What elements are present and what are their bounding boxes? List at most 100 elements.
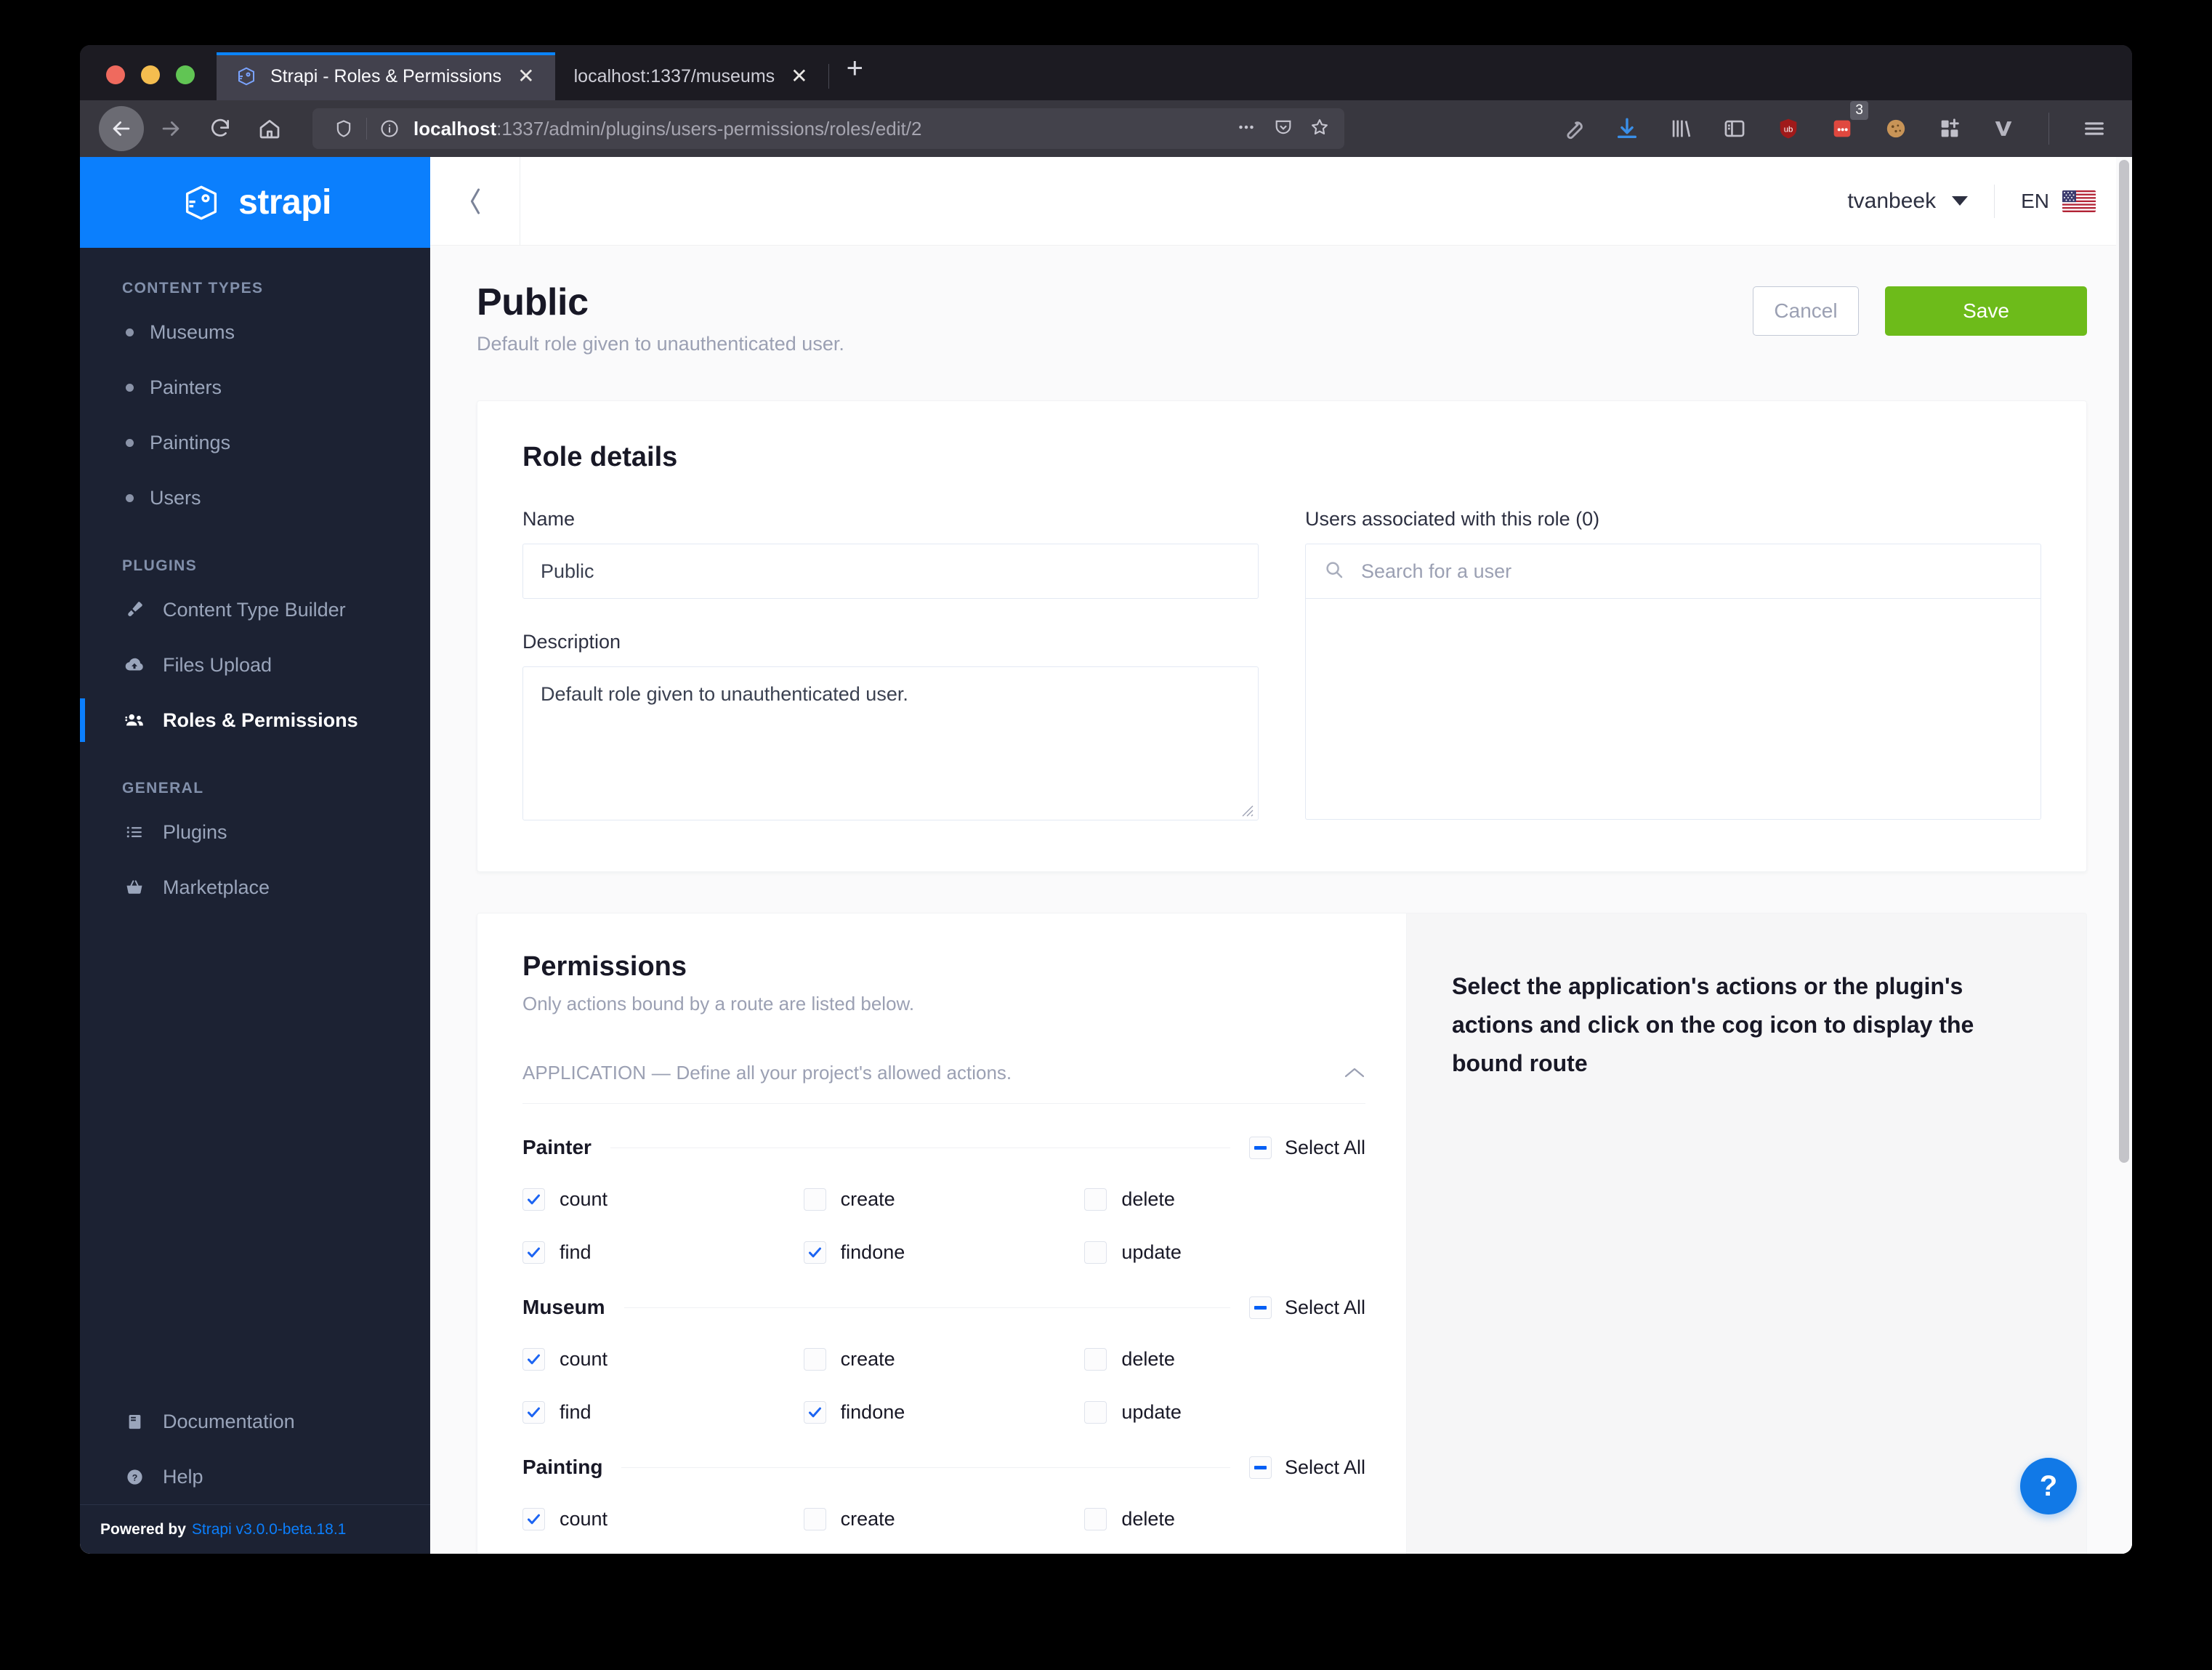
minimize-window-button[interactable] xyxy=(141,65,160,84)
pocket-icon[interactable] xyxy=(1273,117,1293,141)
add-extension-icon[interactable] xyxy=(1934,113,1966,145)
checkbox-icon[interactable] xyxy=(803,1348,826,1371)
select-all-painting[interactable]: Select All xyxy=(1248,1456,1365,1479)
checkbox-icon[interactable] xyxy=(1084,1348,1107,1371)
checkbox-museum-find[interactable]: find xyxy=(522,1401,804,1424)
sidebar-item-museums[interactable]: Museums xyxy=(80,304,430,360)
download-icon[interactable] xyxy=(1611,113,1643,145)
checkbox-painter-findone[interactable]: findone xyxy=(803,1241,1085,1264)
sidebar-item-painters[interactable]: Painters xyxy=(80,360,430,415)
checkbox-painter-delete[interactable]: delete xyxy=(1084,1188,1365,1211)
close-window-button[interactable] xyxy=(106,65,125,84)
checkbox-icon[interactable] xyxy=(803,1401,826,1424)
bookmark-star-icon[interactable] xyxy=(1309,117,1330,141)
browser-tab-strapi[interactable]: Strapi - Roles & Permissions ✕ xyxy=(217,52,555,100)
select-all-checkbox[interactable] xyxy=(1248,1136,1272,1159)
select-all-checkbox[interactable] xyxy=(1248,1296,1272,1319)
application-accordion-header[interactable]: APPLICATION — Define all your project's … xyxy=(522,1062,1365,1104)
cancel-button[interactable]: Cancel xyxy=(1753,286,1859,336)
red-extension-icon[interactable]: 3 xyxy=(1826,101,1868,145)
select-all-checkbox[interactable] xyxy=(1248,1456,1272,1479)
checkbox-painting-delete[interactable]: delete xyxy=(1084,1508,1365,1530)
checkbox-painting-count[interactable]: count xyxy=(522,1508,804,1530)
select-all-museum[interactable]: Select All xyxy=(1248,1296,1365,1319)
checkbox-painter-count[interactable]: count xyxy=(522,1188,804,1211)
back-chevron-icon[interactable] xyxy=(430,157,520,245)
checkbox-icon[interactable] xyxy=(803,1188,826,1211)
sidebar-item-paintings[interactable]: Paintings xyxy=(80,415,430,470)
hamburger-menu-icon[interactable] xyxy=(2078,113,2110,145)
checkbox-label: find xyxy=(560,1241,592,1263)
sidebar-item-files-upload[interactable]: Files Upload xyxy=(80,637,430,693)
name-input[interactable]: Public xyxy=(522,544,1259,599)
language-selector[interactable]: EN xyxy=(1995,190,2132,213)
checkbox-museum-create[interactable]: create xyxy=(803,1348,1085,1371)
checkbox-icon[interactable] xyxy=(1084,1188,1107,1211)
site-info-icon[interactable] xyxy=(373,118,406,139)
browser-tab-museums[interactable]: localhost:1337/museums ✕ xyxy=(555,52,828,100)
sidebar-item-users[interactable]: Users xyxy=(80,470,430,525)
close-tab-button[interactable]: ✕ xyxy=(788,66,810,86)
sidebar-icon[interactable] xyxy=(1719,113,1751,145)
vimium-icon[interactable] xyxy=(1987,113,2019,145)
strapi-brand[interactable]: strapi xyxy=(80,157,430,248)
sidebar-footer: Powered by Strapi v3.0.0-beta.18.1 xyxy=(80,1504,430,1554)
back-button[interactable] xyxy=(99,106,144,151)
ublock-shield-icon[interactable]: ub xyxy=(1772,113,1804,145)
new-tab-button[interactable]: + xyxy=(829,54,882,100)
resize-handle-icon[interactable] xyxy=(1238,799,1254,817)
checkbox-icon[interactable] xyxy=(1084,1508,1107,1530)
wrench-icon[interactable] xyxy=(1557,113,1589,145)
sidebar-item-content-type-builder[interactable]: Content Type Builder xyxy=(80,582,430,637)
sidebar-item-marketplace[interactable]: Marketplace xyxy=(80,860,430,915)
select-all-painter[interactable]: Select All xyxy=(1248,1136,1365,1159)
checkbox-museum-delete[interactable]: delete xyxy=(1084,1348,1365,1371)
checkbox-icon[interactable] xyxy=(522,1241,545,1264)
checkbox-icon[interactable] xyxy=(803,1508,826,1530)
checkbox-icon[interactable] xyxy=(1084,1241,1107,1264)
sidebar-item-roles-permissions[interactable]: Roles & Permissions xyxy=(80,693,430,748)
checkbox-painting-create[interactable]: create xyxy=(803,1508,1085,1530)
page-body: Public Default role given to unauthentic… xyxy=(430,246,2132,1554)
page-scrollbar[interactable] xyxy=(2116,157,2132,1554)
reload-button[interactable] xyxy=(198,106,243,151)
sidebar-item-plugins[interactable]: Plugins xyxy=(80,804,430,860)
role-details-heading: Role details xyxy=(522,442,678,472)
sidebar-item-help[interactable]: ? Help xyxy=(80,1449,430,1504)
checkbox-icon[interactable] xyxy=(522,1401,545,1424)
user-menu[interactable]: tvanbeek xyxy=(1847,189,1994,214)
sidebar-item-label: Painters xyxy=(150,376,222,398)
checkbox-icon[interactable] xyxy=(522,1188,545,1211)
address-bar[interactable]: localhost:1337/admin/plugins/users-permi… xyxy=(312,108,1344,149)
checkbox-painter-update[interactable]: update xyxy=(1084,1241,1365,1264)
checkbox-museum-findone[interactable]: findone xyxy=(803,1401,1085,1424)
chevron-up-icon[interactable] xyxy=(1344,1062,1365,1084)
checkbox-icon[interactable] xyxy=(803,1241,826,1264)
save-button[interactable]: Save xyxy=(1885,286,2087,336)
checkbox-icon[interactable] xyxy=(522,1508,545,1530)
user-search-box[interactable]: Search for a user xyxy=(1305,544,2041,599)
checkbox-painter-find[interactable]: find xyxy=(522,1241,804,1264)
checkbox-museum-count[interactable]: count xyxy=(522,1348,804,1371)
forward-button[interactable] xyxy=(148,106,193,151)
checkbox-icon[interactable] xyxy=(1084,1401,1107,1424)
home-button[interactable] xyxy=(247,106,292,151)
checkbox-label: update xyxy=(1121,1401,1182,1423)
help-fab-button[interactable]: ? xyxy=(2020,1458,2077,1514)
page-actions-icon[interactable] xyxy=(1235,116,1257,142)
strapi-version-link[interactable]: Strapi v3.0.0-beta.18.1 xyxy=(192,1521,346,1538)
checkbox-painter-create[interactable]: create xyxy=(803,1188,1085,1211)
checkbox-label: delete xyxy=(1121,1348,1175,1370)
sidebar-item-documentation[interactable]: Documentation xyxy=(80,1394,430,1449)
permissions-card: Permissions Only actions bound by a rout… xyxy=(477,913,1407,1554)
library-icon[interactable] xyxy=(1665,113,1697,145)
close-tab-button[interactable]: ✕ xyxy=(514,66,537,86)
checkbox-icon[interactable] xyxy=(522,1348,545,1371)
cookie-icon[interactable] xyxy=(1880,113,1912,145)
description-textarea[interactable]: Default role given to unauthenticated us… xyxy=(522,666,1259,820)
tracking-shield-icon[interactable] xyxy=(327,118,360,139)
maximize-window-button[interactable] xyxy=(176,65,195,84)
permission-group-painter: Painter Select All count create delete f… xyxy=(522,1136,1365,1264)
scrollbar-thumb[interactable] xyxy=(2119,160,2129,1163)
checkbox-museum-update[interactable]: update xyxy=(1084,1401,1365,1424)
